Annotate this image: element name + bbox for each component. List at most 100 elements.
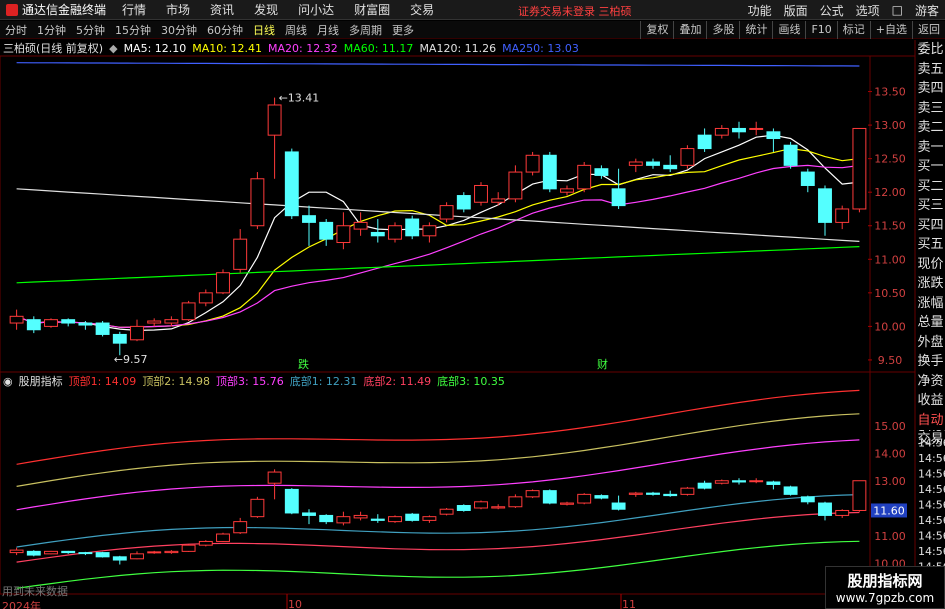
indicator-candle bbox=[44, 550, 58, 555]
side-item-4[interactable]: 卖二 bbox=[916, 118, 945, 138]
indicator-candle bbox=[112, 556, 127, 561]
top2-band bbox=[16, 413, 860, 487]
main-candle bbox=[456, 195, 471, 210]
main-candle bbox=[542, 154, 557, 190]
kline-chart[interactable]: 13.50 13.00 12.50 12.00 11.50 11.00 10.50 10.00… bbox=[0, 0, 945, 609]
side-item-14[interactable]: 总量 bbox=[916, 313, 945, 333]
main-candle bbox=[474, 184, 488, 203]
side-item-0[interactable]: 委比 bbox=[916, 40, 945, 60]
side-item-13[interactable]: 涨幅 bbox=[916, 294, 945, 314]
main-candle bbox=[284, 151, 299, 217]
side-item-10[interactable]: 买五 bbox=[916, 235, 945, 255]
indicator-candle bbox=[491, 506, 506, 509]
main-candle bbox=[611, 188, 626, 207]
indicator-candle bbox=[680, 487, 695, 495]
side-item-9[interactable]: 买四 bbox=[916, 216, 945, 236]
price-axis-label: 10.00 bbox=[874, 320, 906, 333]
side-item-20[interactable]: 交易 bbox=[916, 430, 945, 450]
main-candle bbox=[112, 333, 127, 344]
indicator-candle bbox=[732, 480, 746, 483]
side-item-17[interactable]: 净资 bbox=[916, 372, 945, 392]
indicator-candle bbox=[9, 549, 24, 554]
indicator-candle bbox=[405, 513, 420, 521]
event-label: 财 bbox=[597, 357, 608, 371]
time-axis-label: 14:56 bbox=[918, 530, 945, 543]
main-candle bbox=[147, 320, 162, 324]
time-axis-label: 14:56 bbox=[918, 483, 945, 496]
indicator-candle bbox=[508, 496, 523, 508]
indicator-candle bbox=[783, 486, 798, 495]
ma5-line bbox=[16, 134, 860, 332]
indicator-candle bbox=[749, 480, 764, 483]
side-item-6[interactable]: 买一 bbox=[916, 157, 945, 177]
main-candle bbox=[800, 171, 815, 186]
indicator-candle bbox=[181, 544, 196, 552]
main-candle bbox=[216, 272, 230, 294]
side-item-3[interactable]: 卖三 bbox=[916, 99, 945, 119]
ma20-line bbox=[16, 164, 860, 328]
indicator-candle bbox=[233, 521, 248, 534]
main-candle bbox=[594, 168, 609, 176]
watermark: 股朋指标网 www.7gpzb.com bbox=[825, 566, 945, 609]
main-candle bbox=[319, 221, 334, 240]
main-candle bbox=[164, 319, 179, 324]
high-price-label: ←13.41 bbox=[279, 92, 320, 105]
indicator-candle bbox=[646, 492, 660, 495]
main-candle bbox=[439, 205, 454, 220]
x-axis-label: 11 bbox=[622, 598, 636, 609]
main-candle bbox=[852, 127, 867, 210]
indicator-candle bbox=[542, 490, 557, 504]
indicator-candle bbox=[353, 514, 368, 519]
indicator-candle bbox=[611, 502, 626, 510]
indicator-candle bbox=[130, 553, 144, 560]
indicator-candle bbox=[164, 550, 179, 554]
indicator-candle bbox=[818, 502, 832, 516]
indicator-candle bbox=[422, 516, 437, 521]
main-candle bbox=[267, 104, 282, 136]
side-item-12[interactable]: 涨跌 bbox=[916, 274, 945, 294]
side-item-7[interactable]: 买二 bbox=[916, 177, 945, 197]
indicator-candle bbox=[284, 488, 299, 514]
main-candle bbox=[78, 322, 93, 326]
main-candle bbox=[560, 188, 574, 193]
side-item-1[interactable]: 卖五 bbox=[916, 60, 945, 80]
indicator-axis-label: 11.00 bbox=[874, 530, 906, 543]
time-axis-label: 14:56 bbox=[918, 545, 945, 558]
side-item-8[interactable]: 买三 bbox=[916, 196, 945, 216]
side-item-18[interactable]: 收益 bbox=[916, 391, 945, 411]
ma60-line bbox=[16, 246, 860, 284]
side-item-5[interactable]: 卖一 bbox=[916, 138, 945, 158]
side-item-19[interactable]: 自动 bbox=[916, 411, 945, 431]
time-axis-label: 14:56 bbox=[918, 499, 945, 512]
low-price-label: ←9.57 bbox=[114, 353, 148, 366]
side-item-15[interactable]: 外盘 bbox=[916, 333, 945, 353]
main-candle bbox=[388, 225, 402, 240]
side-item-11[interactable]: 现价 bbox=[916, 255, 945, 275]
main-candle bbox=[26, 319, 41, 331]
ma120-line bbox=[16, 188, 860, 242]
price-axis-label: 11.50 bbox=[874, 220, 906, 233]
price-axis-label: 13.50 bbox=[874, 86, 906, 99]
future-data-note: 用到未来数据 bbox=[2, 585, 68, 598]
indicator-axis-label: 15.00 bbox=[874, 420, 906, 433]
indicator-candle bbox=[267, 471, 282, 484]
main-candle bbox=[508, 171, 523, 200]
watermark-line2: www.7gpzb.com bbox=[835, 591, 935, 605]
time-axis-label: 14:56 bbox=[918, 452, 945, 465]
indicator-candle bbox=[26, 550, 41, 556]
main-candle bbox=[525, 154, 540, 173]
x-axis-label: 10 bbox=[288, 598, 302, 609]
side-item-16[interactable]: 换手 bbox=[916, 352, 945, 372]
main-candle bbox=[732, 127, 746, 133]
indicator-candle bbox=[61, 550, 76, 554]
price-axis-label: 11.00 bbox=[874, 253, 906, 266]
indicator-candle bbox=[852, 480, 867, 511]
time-axis-label: 14:56 bbox=[918, 514, 945, 527]
indicator-candle bbox=[594, 495, 609, 499]
top1-band bbox=[16, 439, 860, 511]
main-candle bbox=[422, 225, 437, 237]
indicator-candle bbox=[697, 482, 712, 489]
indicator-candle bbox=[577, 493, 592, 504]
side-item-2[interactable]: 卖四 bbox=[916, 79, 945, 99]
indicator-axis-label: 13.00 bbox=[874, 475, 906, 488]
